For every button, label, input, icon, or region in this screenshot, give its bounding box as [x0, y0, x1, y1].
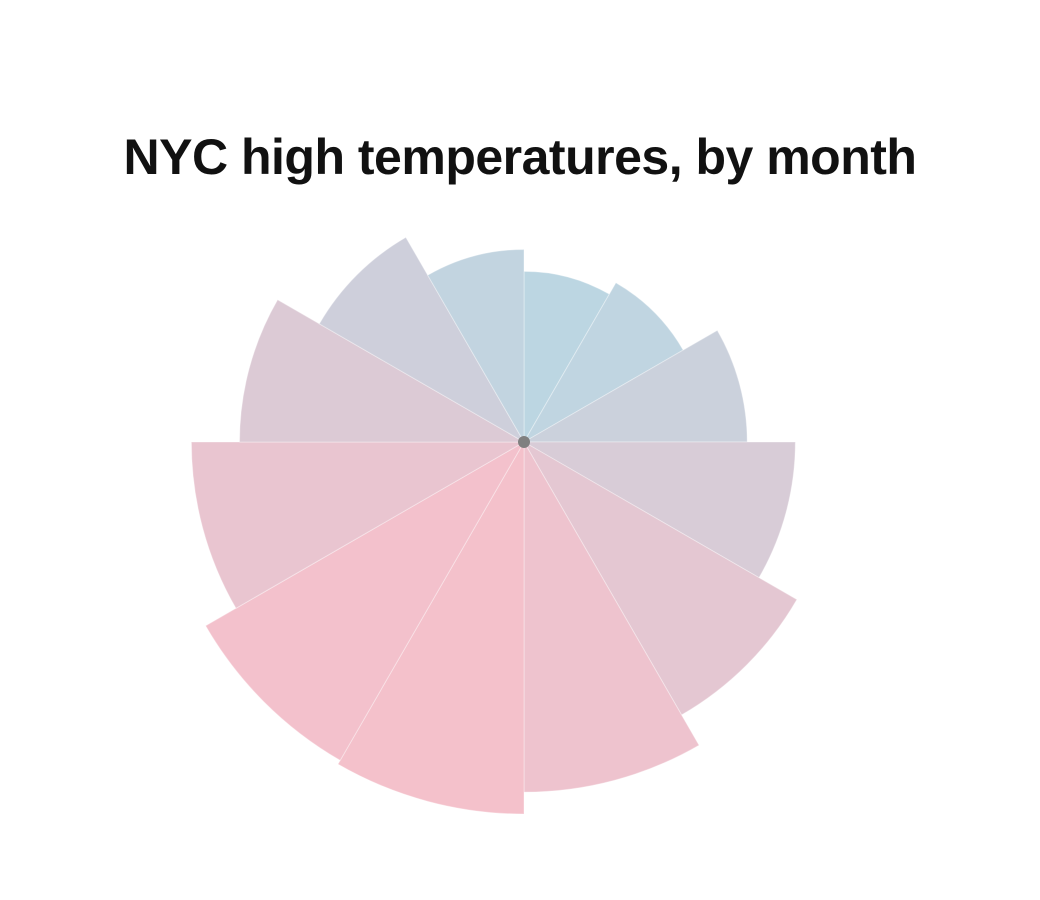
- wedge-group: [190, 236, 798, 815]
- center-dot: [518, 436, 530, 448]
- polar-area-chart: [190, 236, 798, 815]
